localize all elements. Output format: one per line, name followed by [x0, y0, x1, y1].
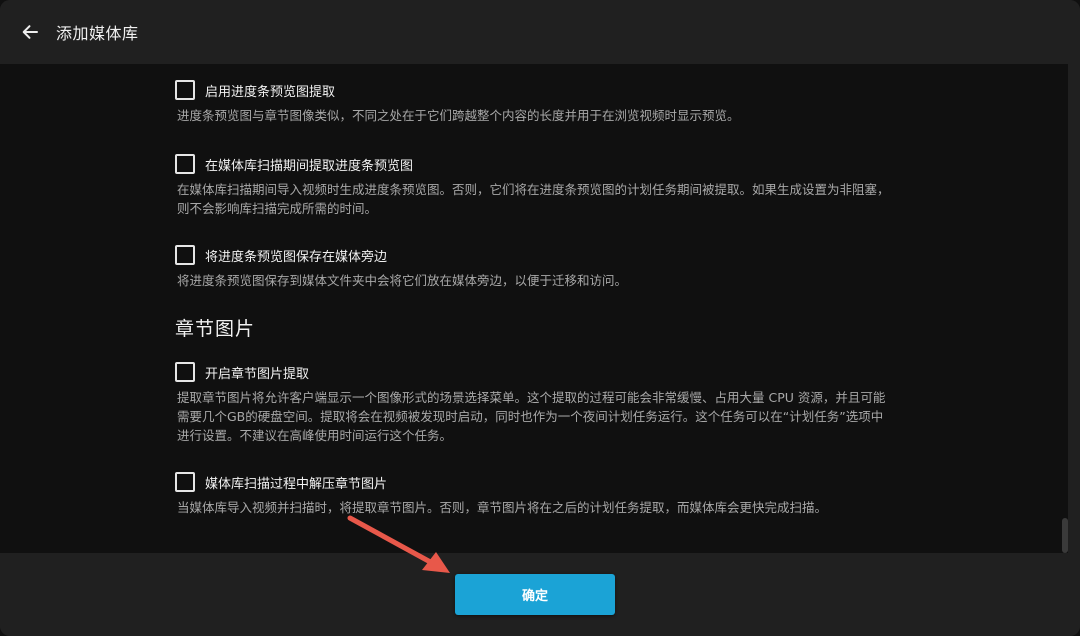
checkbox-save-trickplay-with-media[interactable]	[175, 245, 195, 265]
option-save-trickplay-with-media: 将进度条预览图保存在媒体旁边 将进度条预览图保存到媒体文件夹中会将它们放在媒体旁…	[175, 243, 895, 290]
option-label: 媒体库扫描过程中解压章节图片	[205, 476, 388, 492]
dialog-footer: 确定	[0, 553, 1080, 636]
option-description: 提取章节图片将允许客户端显示一个图像形式的场景选择菜单。这个提取的过程可能会非常…	[177, 390, 886, 443]
option-extract-chapters-during-scan: 媒体库扫描过程中解压章节图片 当媒体库导入视频并扫描时，将提取章节图片。否则，章…	[175, 470, 895, 517]
option-label: 将进度条预览图保存在媒体旁边	[205, 249, 388, 265]
settings-content[interactable]: 启用进度条预览图提取 进度条预览图与章节图像类似，不同之处在于它们跨越整个内容的…	[0, 64, 1062, 553]
dialog-header: 添加媒体库	[0, 0, 1080, 64]
checkbox-trickplay-during-scan[interactable]	[175, 154, 195, 174]
page-title: 添加媒体库	[56, 24, 139, 43]
option-label: 启用进度条预览图提取	[205, 84, 336, 100]
option-label: 开启章节图片提取	[205, 366, 310, 382]
section-title-chapter-images: 章节图片	[175, 318, 256, 340]
scrollbar[interactable]	[1062, 64, 1068, 553]
back-button[interactable]	[16, 18, 44, 46]
option-enable-trickplay: 启用进度条预览图提取 进度条预览图与章节图像类似，不同之处在于它们跨越整个内容的…	[175, 78, 895, 125]
option-description: 当媒体库导入视频并扫描时，将提取章节图片。否则，章节图片将在之后的计划任务提取，…	[177, 500, 828, 515]
option-description: 将进度条预览图保存到媒体文件夹中会将它们放在媒体旁边，以便于迁移和访问。	[177, 273, 628, 288]
option-enable-chapter-extraction: 开启章节图片提取 提取章节图片将允许客户端显示一个图像形式的场景选择菜单。这个提…	[175, 360, 895, 445]
option-description: 进度条预览图与章节图像类似，不同之处在于它们跨越整个内容的长度并用于在浏览视频时…	[177, 108, 740, 123]
option-label: 在媒体库扫描期间提取进度条预览图	[205, 158, 414, 174]
scrollbar-thumb[interactable]	[1062, 518, 1068, 553]
arrow-left-icon	[22, 25, 38, 39]
option-description: 在媒体库扫描期间导入视频时生成进度条预览图。否则，它们将在进度条预览图的计划任务…	[177, 182, 890, 216]
checkbox-enable-trickplay[interactable]	[175, 80, 195, 100]
confirm-button[interactable]: 确定	[455, 574, 615, 615]
dialog-window: 添加媒体库 启用进度条预览图提取 进度条预览图与章节图像类似，不同之处在于它们跨…	[0, 0, 1080, 636]
checkbox-extract-chapters-during-scan[interactable]	[175, 472, 195, 492]
option-trickplay-during-scan: 在媒体库扫描期间提取进度条预览图 在媒体库扫描期间导入视频时生成进度条预览图。否…	[175, 152, 895, 218]
checkbox-enable-chapter-extraction[interactable]	[175, 362, 195, 382]
